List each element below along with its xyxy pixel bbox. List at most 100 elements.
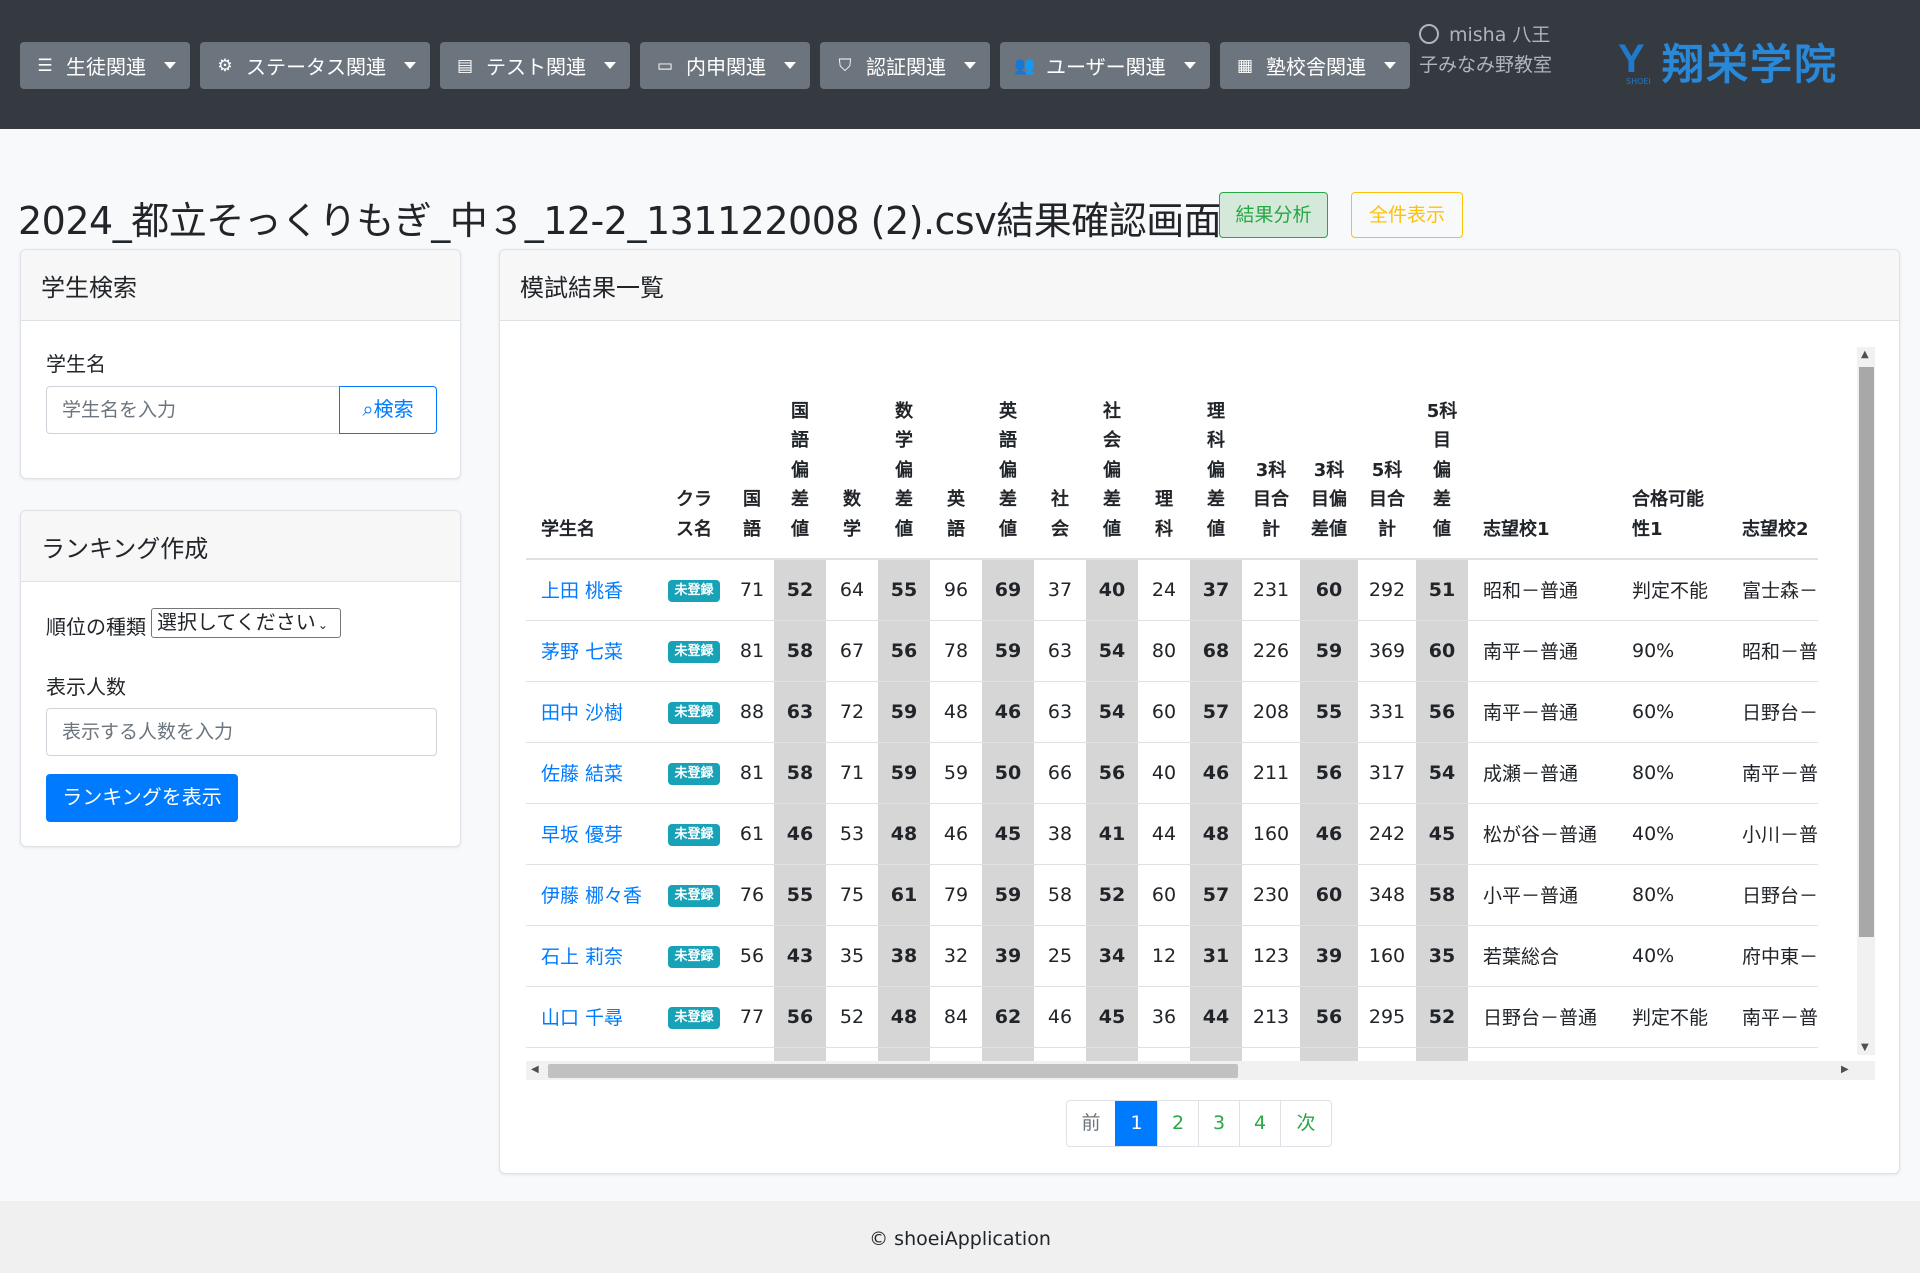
- student-name-link[interactable]: 茅野 七菜: [541, 641, 623, 663]
- table-cell: 66: [1034, 742, 1086, 804]
- count-input[interactable]: 表示する人数を入力: [46, 708, 437, 756]
- col-header: 5科目偏差値: [1416, 345, 1468, 560]
- col-header: 社会偏差値: [1086, 345, 1138, 560]
- logo-mark: Y SHOEI: [1618, 39, 1662, 86]
- table-cell: 63: [1034, 620, 1086, 682]
- pagination: 前 1 2 3 4 次: [1066, 1100, 1332, 1147]
- results-table: 学生名 クラス名 国語 国語偏差値 数学 数学偏差値 英語 英語偏差値 社会 社…: [526, 345, 1819, 1080]
- col-header: 社会: [1034, 345, 1086, 560]
- nav-users-dropdown[interactable]: 👥 ユーザー関連: [1000, 42, 1210, 89]
- table-row: 石上 莉奈 未登録 56 43 35 38 32 39 25 34 12 31 123 39 160 35 若葉…: [526, 925, 1819, 987]
- table-cell: 35: [826, 925, 878, 987]
- table-row: 田中 沙樹 未登録 88 63 72 59 48 46 63 54 60 57 208 55 331 56 南平…: [526, 681, 1819, 743]
- student-name-cell: 山口 千尋: [526, 986, 658, 1048]
- table-cell: 日野台－: [1727, 864, 1819, 926]
- table-cell: 44: [1138, 803, 1190, 865]
- nav-auth-dropdown[interactable]: ⛉ 認証関連: [820, 42, 990, 89]
- student-name-link[interactable]: 石上 莉奈: [541, 946, 623, 968]
- table-cell: 81: [730, 620, 774, 682]
- caret-down-icon: [404, 62, 416, 69]
- table-cell: 日野台－: [1727, 681, 1819, 743]
- scroll-up-icon[interactable]: ▲: [1861, 349, 1869, 360]
- search-button[interactable]: ⌕検索: [339, 386, 437, 434]
- logo-sub: SHOEI: [1626, 77, 1651, 86]
- class-cell: 未登録: [658, 742, 730, 804]
- student-name-link[interactable]: 早坂 優芽: [541, 824, 623, 846]
- table-cell: 160: [1242, 803, 1300, 865]
- student-name-cell: 佐藤 結菜: [526, 742, 658, 804]
- table-cell: 61: [730, 803, 774, 865]
- student-name-link[interactable]: 田中 沙樹: [541, 702, 623, 724]
- nav-test-dropdown[interactable]: ▤ テスト関連: [440, 42, 630, 89]
- table-cell: 59: [878, 742, 930, 804]
- analysis-button[interactable]: 結果分析: [1219, 192, 1328, 238]
- show-all-button[interactable]: 全件表示: [1351, 192, 1463, 238]
- table-row: 上田 桃香 未登録 71 52 64 55 96 69 37 40 24 37 231 60 292 51 昭和…: [526, 559, 1819, 621]
- chevron-down-icon: ⌄: [317, 618, 328, 632]
- show-ranking-button[interactable]: ランキングを表示: [46, 774, 238, 822]
- scroll-left-icon[interactable]: ◀: [531, 1064, 539, 1075]
- student-name-cell: 早坂 優芽: [526, 803, 658, 865]
- page-next[interactable]: 次: [1280, 1101, 1331, 1146]
- table-cell: 45: [1086, 986, 1138, 1048]
- table-cell: 80: [1138, 620, 1190, 682]
- scroll-down-icon[interactable]: ▼: [1861, 1042, 1869, 1053]
- nav-students-dropdown[interactable]: ☰ 生徒関連: [20, 42, 190, 89]
- ranking-type-select[interactable]: 選択してください ⌄: [151, 608, 341, 638]
- table-cell: 63: [1034, 681, 1086, 743]
- class-cell: 未登録: [658, 681, 730, 743]
- page-1[interactable]: 1: [1115, 1101, 1157, 1146]
- table-cell: 160: [1358, 925, 1416, 987]
- table-cell: 南平－普通: [1468, 681, 1617, 743]
- table-cell: 40%: [1617, 925, 1727, 987]
- ranking-type-label: 順位の種類: [46, 615, 146, 639]
- vertical-scrollbar[interactable]: ▲ ▼: [1857, 347, 1875, 1055]
- class-badge: 未登録: [668, 1007, 720, 1029]
- table-cell: 213: [1242, 986, 1300, 1048]
- student-name-cell: 伊藤 梛々香: [526, 864, 658, 926]
- scroll-right-icon[interactable]: ▶: [1841, 1064, 1849, 1075]
- student-name-link[interactable]: 佐藤 結菜: [541, 763, 623, 785]
- brand-logo[interactable]: Y SHOEI 翔栄学院: [1618, 36, 1838, 89]
- table-cell: 60: [1300, 559, 1358, 621]
- class-badge: 未登録: [668, 763, 720, 785]
- page-prev[interactable]: 前: [1067, 1101, 1115, 1146]
- student-name-input[interactable]: 学生名を入力: [46, 386, 340, 434]
- page-2[interactable]: 2: [1157, 1101, 1198, 1146]
- student-name-label: 学生名: [46, 352, 106, 376]
- table-cell: 56: [878, 620, 930, 682]
- logo-text: 翔栄学院: [1662, 39, 1839, 89]
- results-table-scroll[interactable]: 学生名 クラス名 国語 国語偏差値 数学 数学偏差値 英語 英語偏差値 社会 社…: [526, 345, 1875, 1080]
- document-icon: ▤: [456, 55, 474, 76]
- user-menu[interactable]: misha 八王子みなみ野教室: [1419, 20, 1569, 80]
- horizontal-scrollbar[interactable]: ◀ ▶: [526, 1061, 1875, 1080]
- vertical-scroll-thumb[interactable]: [1859, 367, 1874, 937]
- nav-naishin-dropdown[interactable]: ▭ 内申関連: [640, 42, 810, 89]
- search-card: 学生検索 学生名 学生名を入力 ⌕検索: [20, 249, 461, 479]
- horizontal-scroll-thumb[interactable]: [548, 1064, 1238, 1078]
- col-header: 国語偏差値: [774, 345, 826, 560]
- student-name-link[interactable]: 山口 千尋: [541, 1007, 623, 1029]
- caret-down-icon: [1184, 62, 1196, 69]
- table-cell: 123: [1242, 925, 1300, 987]
- student-name-link[interactable]: 上田 桃香: [541, 580, 623, 602]
- page-3[interactable]: 3: [1198, 1101, 1239, 1146]
- table-cell: 80%: [1617, 864, 1727, 926]
- table-cell: 55: [774, 864, 826, 926]
- page-4[interactable]: 4: [1239, 1101, 1280, 1146]
- nav-label: 塾校舎関連: [1266, 55, 1366, 79]
- table-cell: 71: [826, 742, 878, 804]
- student-name-link[interactable]: 伊藤 梛々香: [541, 885, 642, 907]
- table-cell: 24: [1138, 559, 1190, 621]
- table-cell: 79: [930, 864, 982, 926]
- class-cell: 未登録: [658, 864, 730, 926]
- table-cell: 230: [1242, 864, 1300, 926]
- nav-status-dropdown[interactable]: ⚙ ステータス関連: [200, 42, 430, 89]
- class-cell: 未登録: [658, 986, 730, 1048]
- ranking-card: ランキング作成 順位の種類 選択してください ⌄ 表示人数 表示する人数を入力 ラ…: [20, 510, 461, 847]
- table-cell: 56: [1416, 681, 1468, 743]
- class-badge: 未登録: [668, 824, 720, 846]
- table-cell: 38: [1034, 803, 1086, 865]
- class-cell: 未登録: [658, 925, 730, 987]
- nav-school-dropdown[interactable]: ▦ 塾校舎関連: [1220, 42, 1410, 89]
